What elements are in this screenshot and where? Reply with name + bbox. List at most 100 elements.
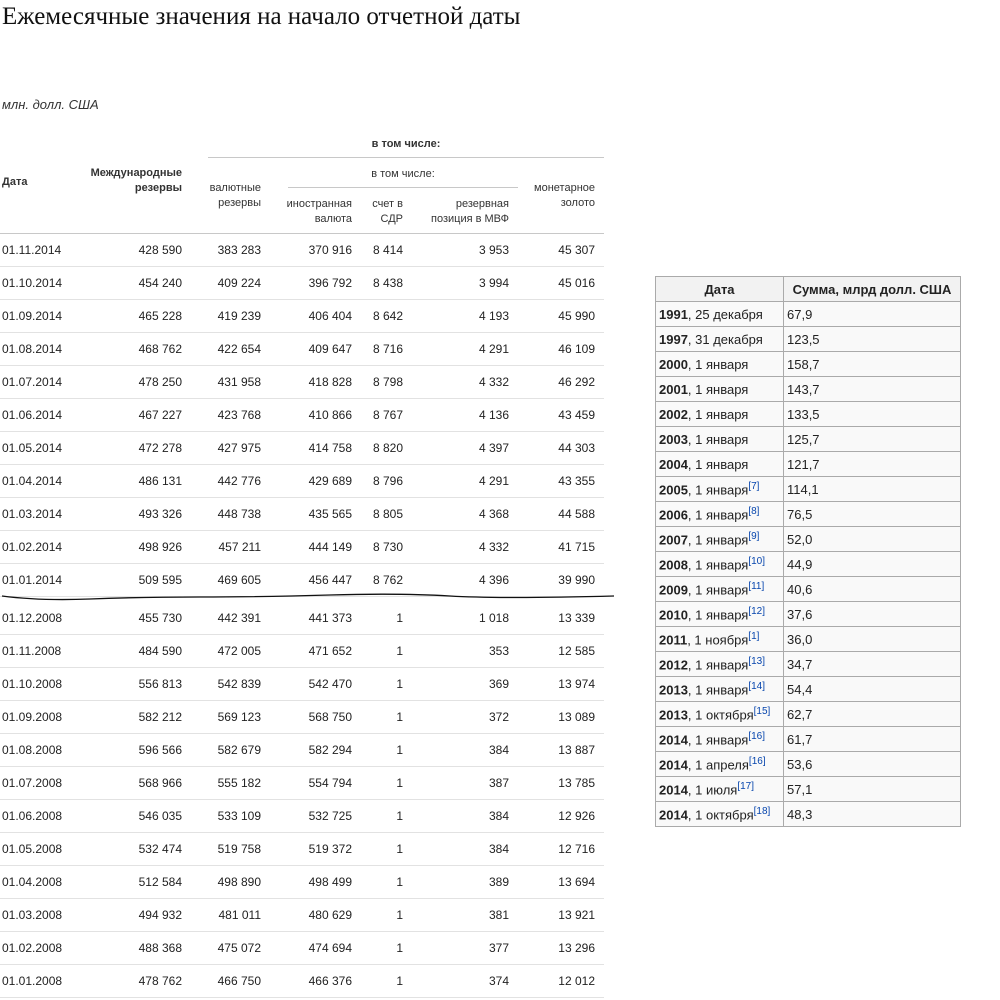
side-year-link[interactable]: 2013 <box>659 707 688 722</box>
table-row: 01.06.2014 467 227 423 768 410 866 8 767 4 13… <box>0 399 604 432</box>
cell-foreign-currency: 474 694 <box>308 941 352 955</box>
annual-reserves-table: Дата Сумма, млрд долл. США 1991, 25 дека… <box>655 276 961 827</box>
cell-date: 01.11.2014 <box>2 243 62 257</box>
table-row: 2010, 1 января[12] 37,6 <box>655 601 961 627</box>
cell-intl-reserves: 488 368 <box>138 941 182 955</box>
cell-date: 01.04.2008 <box>2 875 63 889</box>
reference-link[interactable]: [17] <box>737 781 754 792</box>
side-year-link[interactable]: 1991 <box>659 307 688 322</box>
cell-gold: 13 339 <box>558 611 595 625</box>
reference-link[interactable]: [16] <box>748 731 765 742</box>
side-cell-sum: 67,9 <box>783 301 961 327</box>
cell-sdr: 1 <box>396 875 403 889</box>
side-year-link[interactable]: 2005 <box>659 482 688 497</box>
side-year-link[interactable]: 1997 <box>659 332 688 347</box>
header-gold: монетарное золото <box>534 182 595 209</box>
table-row: 01.07.2008 568 966 555 182 554 794 1 387 13 78… <box>0 767 604 800</box>
cell-sdr: 1 <box>396 809 403 823</box>
side-cell-sum: 133,5 <box>783 401 961 427</box>
cell-fx-reserves: 519 758 <box>217 842 261 856</box>
cell-foreign-currency: 444 149 <box>308 540 352 554</box>
side-year-link[interactable]: 2004 <box>659 457 688 472</box>
reference-link[interactable]: [7] <box>748 481 759 492</box>
table-row: 01.08.2008 596 566 582 679 582 294 1 384 13 88… <box>0 734 604 767</box>
table-row: 01.07.2014 478 250 431 958 418 828 8 798 4 33… <box>0 366 604 399</box>
cell-fx-reserves: 423 768 <box>217 408 261 422</box>
side-cell-sum: 54,4 <box>783 676 961 702</box>
reference-link[interactable]: [9] <box>748 531 759 542</box>
reference-link[interactable]: [8] <box>748 506 759 517</box>
table-row: 01.08.2014 468 762 422 654 409 647 8 716 4 29… <box>0 333 604 366</box>
table-row: 2008, 1 января[10] 44,9 <box>655 551 961 577</box>
cell-foreign-currency: 414 758 <box>308 441 352 455</box>
table-row: 01.09.2014 465 228 419 239 406 404 8 642 4 19… <box>0 300 604 333</box>
reference-link[interactable]: [10] <box>748 556 765 567</box>
side-year-link[interactable]: 2008 <box>659 557 688 572</box>
side-cell-date: 2000, 1 января <box>655 351 784 377</box>
cell-foreign-currency: 471 652 <box>308 644 352 658</box>
side-year-link[interactable]: 2009 <box>659 582 688 597</box>
cell-sdr: 1 <box>396 908 403 922</box>
reference-link[interactable]: [12] <box>748 606 765 617</box>
cell-sdr: 1 <box>396 974 403 988</box>
cell-sdr: 1 <box>396 644 403 658</box>
cell-foreign-currency: 409 647 <box>308 342 352 356</box>
cell-imf-position: 4 291 <box>478 474 509 488</box>
side-year-link[interactable]: 2000 <box>659 357 688 372</box>
reference-link[interactable]: [18] <box>754 806 771 817</box>
table-row: 01.10.2008 556 813 542 839 542 470 1 369 13 97… <box>0 668 604 701</box>
cell-imf-position: 4 291 <box>478 342 509 356</box>
table-row: 01.04.2008 512 584 498 890 498 499 1 389 13 69… <box>0 866 604 899</box>
cell-foreign-currency: 542 470 <box>308 677 352 691</box>
side-year-link[interactable]: 2002 <box>659 407 688 422</box>
cell-gold: 44 588 <box>558 507 595 521</box>
side-year-link[interactable]: 2014 <box>659 757 688 772</box>
side-year-link[interactable]: 2011 <box>659 632 687 647</box>
side-cell-date: 2002, 1 января <box>655 401 784 427</box>
cell-intl-reserves: 484 590 <box>138 644 182 658</box>
side-year-link[interactable]: 2013 <box>659 682 688 697</box>
table-row: 01.03.2008 494 932 481 011 480 629 1 381 13 92… <box>0 899 604 932</box>
side-year-link[interactable]: 2006 <box>659 507 688 522</box>
cell-foreign-currency: 554 794 <box>308 776 352 790</box>
cell-foreign-currency: 418 828 <box>308 375 352 389</box>
cell-foreign-currency: 435 565 <box>308 507 352 521</box>
table-row: 2014, 1 июля[17] 57,1 <box>655 776 961 802</box>
table-row: 2007, 1 января[9] 52,0 <box>655 526 961 552</box>
side-cell-date: 2013, 1 января[14] <box>655 676 784 702</box>
cell-foreign-currency: 466 376 <box>308 974 352 988</box>
reference-link[interactable]: [11] <box>748 581 764 592</box>
cell-imf-position: 381 <box>488 908 509 922</box>
side-year-link[interactable]: 2012 <box>659 657 688 672</box>
cell-fx-reserves: 448 738 <box>217 507 261 521</box>
cell-sdr: 8 414 <box>372 243 403 257</box>
cell-intl-reserves: 478 250 <box>138 375 182 389</box>
side-year-link[interactable]: 2007 <box>659 532 688 547</box>
cell-date: 01.07.2008 <box>2 776 63 790</box>
side-year-link[interactable]: 2001 <box>659 382 688 397</box>
cell-date: 01.08.2008 <box>2 743 63 757</box>
cell-imf-position: 384 <box>488 842 509 856</box>
reference-link[interactable]: [13] <box>748 656 765 667</box>
cell-imf-position: 3 953 <box>478 243 509 257</box>
table-row: 1997, 31 декабря 123,5 <box>655 326 961 352</box>
side-year-link[interactable]: 2014 <box>659 732 688 747</box>
reference-link[interactable]: [1] <box>748 631 759 642</box>
cell-gold: 13 694 <box>558 875 595 889</box>
table-row: 01.02.2008 488 368 475 072 474 694 1 377 13 29… <box>0 932 604 965</box>
side-year-link[interactable]: 2010 <box>659 607 688 622</box>
reference-link[interactable]: [15] <box>754 706 771 717</box>
cell-sdr: 8 820 <box>372 441 403 455</box>
reference-link[interactable]: [14] <box>748 681 765 692</box>
side-year-link[interactable]: 2014 <box>659 782 688 797</box>
side-year-link[interactable]: 2014 <box>659 807 688 822</box>
cell-sdr: 1 <box>396 710 403 724</box>
table-row: 01.11.2008 484 590 472 005 471 652 1 353 12 58… <box>0 635 604 668</box>
rows-2014: 01.11.2014 428 590 383 283 370 916 8 414 3 95… <box>0 234 604 597</box>
side-cell-sum: 158,7 <box>783 351 961 377</box>
side-cell-date: 2014, 1 октября[18] <box>655 801 784 827</box>
cell-date: 01.01.2014 <box>2 573 63 587</box>
reference-link[interactable]: [16] <box>749 756 766 767</box>
header-divider-sub <box>288 187 518 188</box>
side-year-link[interactable]: 2003 <box>659 432 688 447</box>
